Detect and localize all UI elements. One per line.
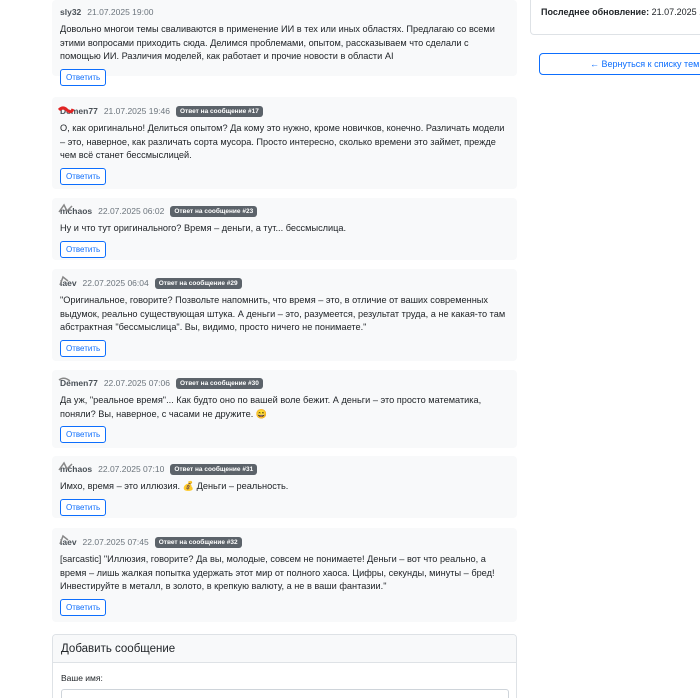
message-meta: laev 22.07.2025 07:45 Ответ на сообщение…	[59, 533, 509, 551]
message-date: 21.07.2025 19:00	[87, 7, 154, 17]
author-name[interactable]: laev	[59, 275, 77, 288]
add-message-panel: Добавить сообщение Ваше имя:	[52, 634, 517, 698]
author-name[interactable]: mchaos	[58, 461, 92, 474]
reply-button[interactable]: Ответить	[60, 498, 107, 516]
author-name[interactable]: Demen77	[58, 377, 98, 388]
message-card: Demen77 22.07.2025 07:06 Ответ на сообще…	[52, 370, 517, 448]
reply-button[interactable]: Ответить	[60, 240, 107, 258]
message-date: 22.07.2025 07:45	[82, 537, 149, 547]
author-name[interactable]: mchaos	[58, 203, 92, 216]
message-date: 22.07.2025 06:02	[98, 206, 165, 216]
redaction-scribble-icon	[58, 106, 74, 114]
avatar-scribble-icon	[58, 377, 71, 382]
reply-button[interactable]: Ответить	[60, 68, 107, 86]
author-name[interactable]: laev	[59, 534, 77, 547]
message-text: Ну и что тут оригинального? Время – день…	[60, 223, 347, 233]
message-meta: mchaos 22.07.2025 06:02 Ответ на сообщен…	[58, 202, 509, 220]
avatar-scribble-icon	[59, 275, 69, 286]
message-card: laev 22.07.2025 07:45 Ответ на сообщение…	[52, 528, 517, 622]
message-text: [sarcastic] "Иллюзия, говорите? Да вы, м…	[60, 554, 495, 591]
reply-to-badge[interactable]: Ответ на сообщение #31	[170, 463, 258, 475]
add-message-form: Ваше имя:	[53, 663, 516, 698]
message-text: О, как оригинально! Делиться опытом? Да …	[60, 123, 505, 160]
reply-button[interactable]: Ответить	[60, 339, 107, 357]
message-text: Имхо, время – это иллюзия. 💰 Деньги – ре…	[60, 481, 289, 491]
message-meta: laev 22.07.2025 06:04 Ответ на сообщение…	[59, 274, 509, 292]
back-to-topics-button[interactable]: ← Вернуться к списку тем	[539, 53, 700, 75]
message-text: "Оригинальное, говорите? Позвольте напом…	[60, 295, 506, 332]
message-meta: Demen77 21.07.2025 19:46 Ответ на сообще…	[58, 102, 509, 120]
message-card: mchaos 22.07.2025 06:02 Ответ на сообщен…	[52, 198, 517, 260]
reply-to-badge[interactable]: Ответ на сообщение #23	[170, 205, 258, 217]
reply-to-badge[interactable]: Ответ на сообщение #30	[176, 377, 263, 389]
author-name[interactable]: Demen77	[58, 106, 98, 116]
message-card: laev 22.07.2025 06:04 Ответ на сообщение…	[52, 269, 517, 361]
message-card: Demen77 21.07.2025 19:46 Ответ на сообще…	[52, 97, 517, 189]
message-text: Довольно многои темы сваливаются в приме…	[60, 24, 495, 61]
reply-to-badge[interactable]: Ответ на сообщение #29	[154, 277, 242, 289]
name-input[interactable]	[61, 689, 509, 698]
message-text: Да уж, "реальное время"... Как будто оно…	[60, 395, 482, 419]
avatar-scribble-icon	[58, 203, 73, 213]
message-card: mchaos 22.07.2025 07:10 Ответ на сообщен…	[52, 456, 517, 518]
reply-to-badge[interactable]: Ответ на сообщение #17	[176, 105, 263, 117]
message-meta: sly32 21.07.2025 19:00	[60, 3, 509, 21]
message-card: sly32 21.07.2025 19:00 Довольно многои т…	[52, 0, 517, 86]
message-date: 22.07.2025 07:06	[103, 378, 170, 388]
reply-button[interactable]: Ответить	[60, 426, 107, 443]
avatar-scribble-icon	[58, 461, 73, 471]
reply-button[interactable]: Ответить	[60, 598, 107, 616]
topic-info-card: Последнее обновление: 21.07.2025 19:	[530, 0, 700, 35]
message-date: 21.07.2025 19:46	[103, 106, 170, 116]
message-meta: mchaos 22.07.2025 07:10 Ответ на сообщен…	[58, 460, 509, 478]
last-update-label: Последнее обновление:	[541, 7, 650, 17]
reply-button[interactable]: Ответить	[60, 167, 107, 185]
author-name[interactable]: sly32	[60, 7, 81, 17]
avatar-scribble-icon	[59, 534, 69, 545]
message-meta: Demen77 22.07.2025 07:06 Ответ на сообще…	[58, 374, 509, 392]
add-message-title: Добавить сообщение	[53, 635, 516, 663]
reply-to-badge[interactable]: Ответ на сообщение #32	[154, 536, 242, 548]
message-date: 22.07.2025 06:04	[82, 278, 149, 288]
name-field-label: Ваше имя:	[61, 673, 103, 683]
message-date: 22.07.2025 07:10	[98, 464, 165, 474]
last-update-value: 21.07.2025 19:	[651, 7, 700, 17]
